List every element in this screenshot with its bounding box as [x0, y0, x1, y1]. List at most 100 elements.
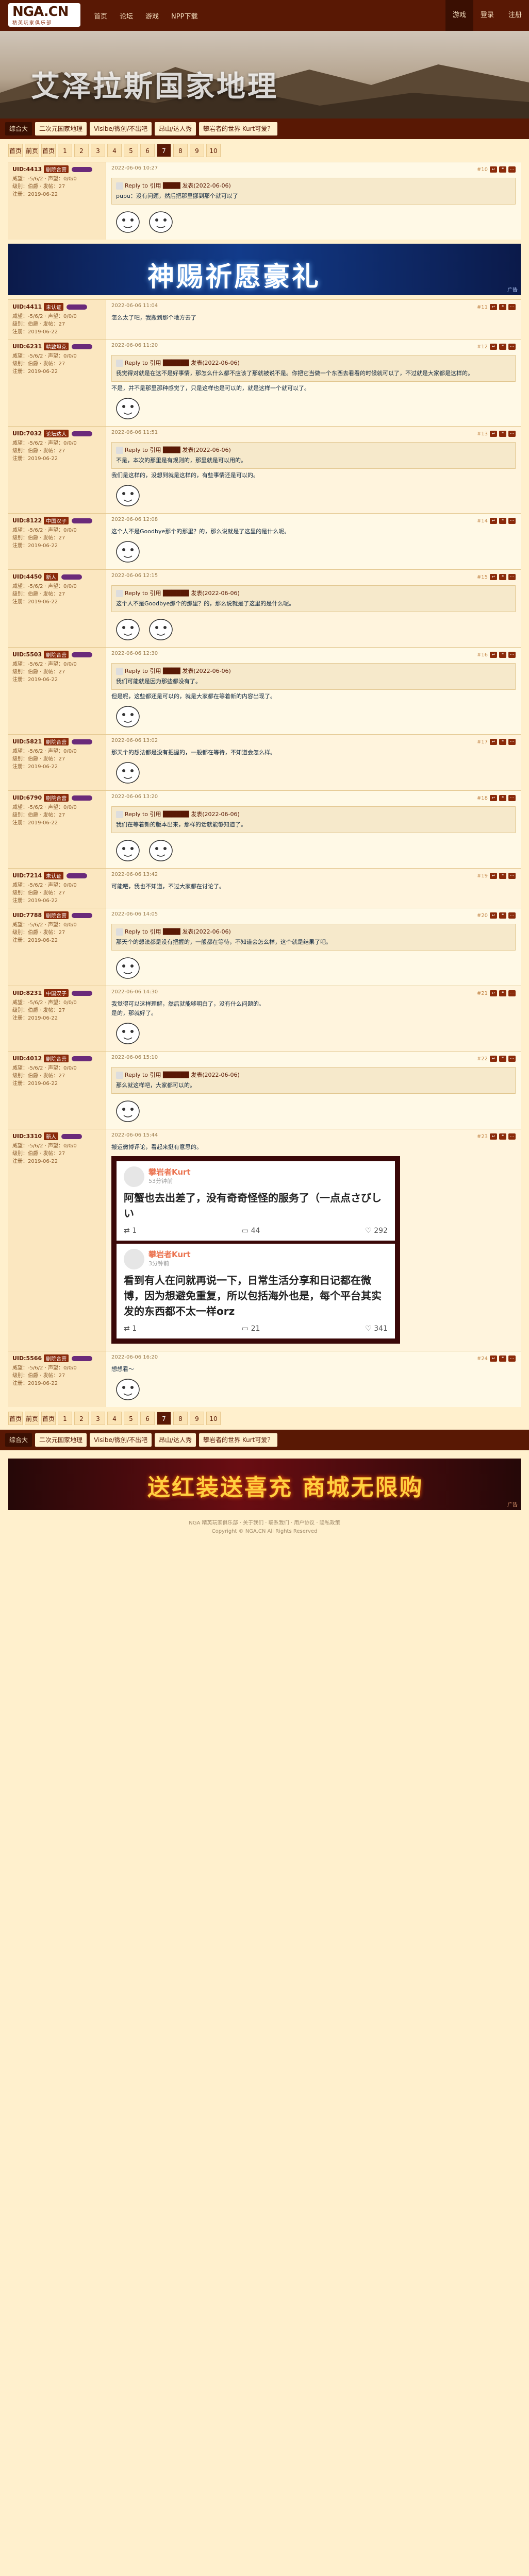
page-button[interactable]: 1	[58, 1412, 72, 1425]
author-id[interactable]: UID:8231	[12, 990, 42, 996]
floor-number[interactable]: #13	[477, 431, 488, 437]
floor-number[interactable]: #23	[477, 1134, 488, 1140]
page-button[interactable]: 10	[206, 1412, 221, 1425]
userbar-login[interactable]: 登录	[473, 0, 501, 31]
more-icon[interactable]: ⋯	[508, 912, 516, 919]
more-icon[interactable]: ⋯	[508, 1056, 516, 1062]
top-ad-banner[interactable]: 神赐祈愿豪礼 广告	[8, 244, 521, 295]
page-button[interactable]: 3	[91, 1412, 105, 1425]
topnav-link[interactable]: 论坛	[113, 11, 139, 21]
page-button[interactable]: 8	[173, 144, 188, 157]
reply-icon[interactable]: ↩	[490, 431, 497, 437]
floor-number[interactable]: #21	[477, 991, 488, 996]
quote-icon[interactable]: ❝	[499, 431, 506, 437]
more-icon[interactable]: ⋯	[508, 739, 516, 745]
quote-header-text[interactable]: Reply to 引用 ████ 发表(2022-06-06)	[125, 182, 231, 189]
more-icon[interactable]: ⋯	[508, 518, 516, 524]
more-icon[interactable]: ⋯	[508, 873, 516, 879]
author-id[interactable]: UID:4450	[12, 573, 42, 580]
page-button[interactable]: 9	[190, 144, 204, 157]
floor-number[interactable]: #19	[477, 873, 488, 879]
author-id[interactable]: UID:4413	[12, 166, 42, 173]
reply-icon[interactable]: ↩	[490, 990, 497, 996]
author-id[interactable]: UID:8122	[12, 517, 42, 524]
quote-icon[interactable]: ❝	[499, 1355, 506, 1362]
author-id[interactable]: UID:5821	[12, 738, 42, 745]
author-id[interactable]: UID:4411	[12, 303, 42, 310]
quote-header-text[interactable]: Reply to 引用 ██████ 发表(2022-06-06)	[125, 1072, 240, 1078]
page-button[interactable]: 6	[140, 1412, 155, 1425]
thread-tab[interactable]: 攀岩者的世界 Kurt可爱？	[199, 122, 278, 135]
thread-tab[interactable]: Visibe/微创/不出吧	[90, 122, 152, 135]
bottom-ad-banner[interactable]: 送红装送喜充 商城无限购 广告	[8, 1459, 521, 1510]
quote-icon[interactable]: ❝	[499, 304, 506, 310]
quote-header-text[interactable]: Reply to 引用 ██████ 发表(2022-06-06)	[125, 360, 240, 366]
page-button[interactable]: 9	[190, 1412, 204, 1425]
thread-tab[interactable]: 二次元国家地理	[35, 122, 87, 135]
page-button[interactable]: 2	[74, 1412, 89, 1425]
page-button[interactable]: 首页	[41, 1412, 56, 1425]
page-button[interactable]: 6	[140, 144, 155, 157]
more-icon[interactable]: ⋯	[508, 166, 516, 173]
topnav-link[interactable]: NPP下载	[165, 11, 204, 21]
author-id[interactable]: UID:6231	[12, 343, 42, 350]
floor-number[interactable]: #22	[477, 1056, 488, 1062]
quote-icon[interactable]: ❝	[499, 574, 506, 580]
page-button[interactable]: 4	[107, 1412, 122, 1425]
quote-icon[interactable]: ❝	[499, 1133, 506, 1140]
topnav-link[interactable]: 首页	[88, 11, 113, 21]
more-icon[interactable]: ⋯	[508, 574, 516, 580]
quote-icon[interactable]: ❝	[499, 344, 506, 350]
page-button[interactable]: 4	[107, 144, 122, 157]
author-id[interactable]: UID:6790	[12, 794, 42, 801]
quote-icon[interactable]: ❝	[499, 652, 506, 658]
floor-number[interactable]: #24	[477, 1356, 488, 1362]
quote-header-text[interactable]: Reply to 引用 ████ 发表(2022-06-06)	[125, 928, 231, 935]
userbar-games[interactable]: 游戏	[445, 0, 473, 31]
quote-icon[interactable]: ❝	[499, 873, 506, 879]
quote-header-text[interactable]: Reply to 引用 ██████ 发表(2022-06-06)	[125, 590, 240, 597]
footer-links[interactable]: NGA 精英玩家俱乐部 · 关于我们 · 联系我们 · 用户协议 · 隐私政策	[0, 1519, 529, 1528]
quote-icon[interactable]: ❝	[499, 1056, 506, 1062]
author-id[interactable]: UID:4012	[12, 1055, 42, 1062]
floor-number[interactable]: #18	[477, 795, 488, 801]
thread-tab[interactable]: 二次元国家地理	[35, 1433, 87, 1447]
quote-header-text[interactable]: Reply to 引用 ████ 发表(2022-06-06)	[125, 447, 231, 453]
quote-header-text[interactable]: Reply to 引用 ████ 发表(2022-06-06)	[125, 668, 231, 674]
page-button[interactable]: 5	[124, 144, 138, 157]
reply-icon[interactable]: ↩	[490, 344, 497, 350]
reply-icon[interactable]: ↩	[490, 1355, 497, 1362]
reply-icon[interactable]: ↩	[490, 1133, 497, 1140]
more-icon[interactable]: ⋯	[508, 304, 516, 310]
more-icon[interactable]: ⋯	[508, 795, 516, 801]
page-button[interactable]: 首页	[8, 144, 23, 157]
more-icon[interactable]: ⋯	[508, 431, 516, 437]
page-button[interactable]: 10	[206, 144, 221, 157]
floor-number[interactable]: #17	[477, 739, 488, 745]
board-chip[interactable]: 综合大	[5, 122, 32, 135]
page-button[interactable]: 7	[157, 144, 171, 157]
reply-icon[interactable]: ↩	[490, 574, 497, 580]
floor-number[interactable]: #20	[477, 913, 488, 919]
quote-icon[interactable]: ❝	[499, 166, 506, 173]
quote-icon[interactable]: ❝	[499, 990, 506, 996]
quote-header-text[interactable]: Reply to 引用 ██████ 发表(2022-06-06)	[125, 811, 240, 818]
reply-icon[interactable]: ↩	[490, 304, 497, 310]
topnav-link[interactable]: 游戏	[139, 11, 165, 21]
floor-number[interactable]: #16	[477, 652, 488, 658]
more-icon[interactable]: ⋯	[508, 344, 516, 350]
reply-icon[interactable]: ↩	[490, 912, 497, 919]
thread-tab[interactable]: 昂山/达人秀	[154, 122, 196, 135]
reply-icon[interactable]: ↩	[490, 795, 497, 801]
page-button[interactable]: 前页	[25, 1412, 39, 1425]
thread-tab[interactable]: Visibe/微创/不出吧	[90, 1433, 152, 1447]
board-chip[interactable]: 综合大	[5, 1433, 32, 1447]
thread-tab[interactable]: 昂山/达人秀	[154, 1433, 196, 1447]
reply-icon[interactable]: ↩	[490, 1056, 497, 1062]
page-button[interactable]: 首页	[8, 1412, 23, 1425]
site-logo[interactable]: NGA.CN 精英玩家俱乐部	[8, 3, 80, 27]
page-button[interactable]: 1	[58, 144, 72, 157]
page-button[interactable]: 2	[74, 144, 89, 157]
more-icon[interactable]: ⋯	[508, 1133, 516, 1140]
quote-icon[interactable]: ❝	[499, 795, 506, 801]
